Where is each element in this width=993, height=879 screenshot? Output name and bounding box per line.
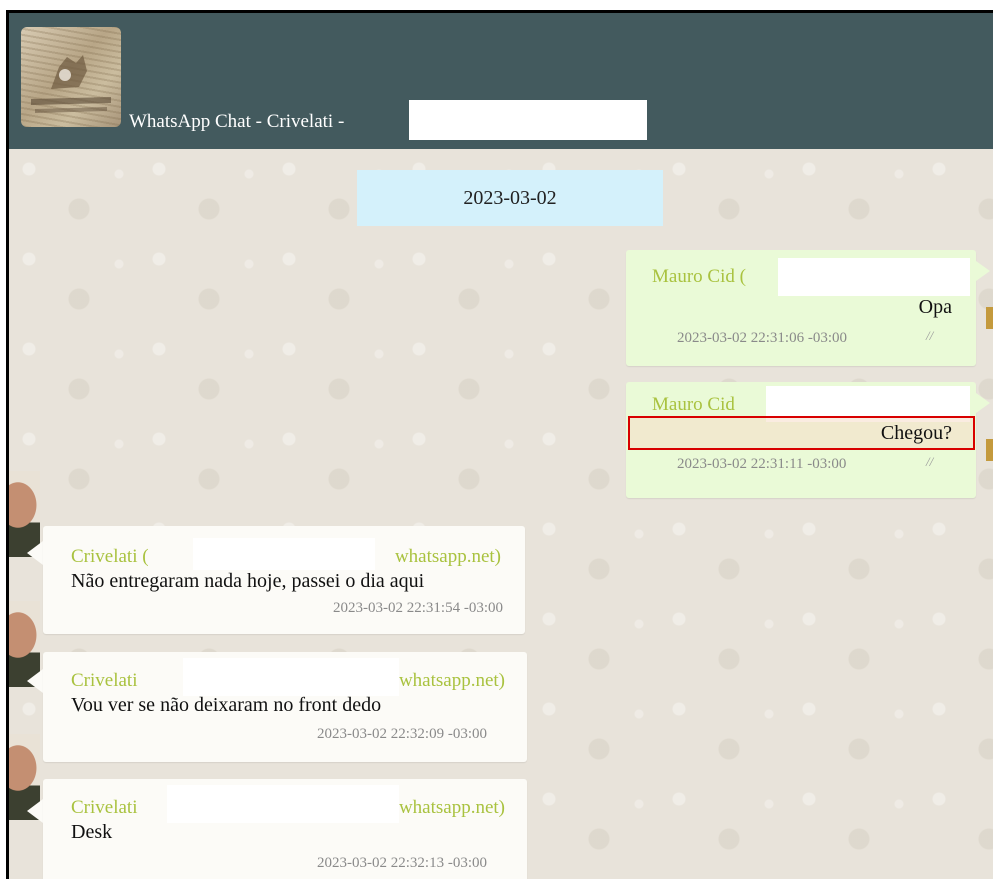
message-text: Não entregaram nada hoje, passei o dia a… <box>71 570 425 592</box>
bubble-tail <box>976 261 990 281</box>
message-timestamp: 2023-03-02 22:31:11 -03:00 <box>677 456 847 472</box>
message-text: Opa <box>918 296 952 318</box>
message-text: Chegou? <box>880 422 952 444</box>
message-sender-suffix: whatsapp.net) <box>394 546 501 567</box>
group-avatar <box>21 27 121 127</box>
message-incoming: Crivelati ( whatsapp.net) Não entregaram… <box>43 526 525 634</box>
chat-title: WhatsApp Chat - Crivelati - <box>129 111 345 132</box>
message-incoming: Crivelati whatsapp.net) Desk 2023-03-02 … <box>43 779 527 879</box>
chat-area: 2023-03-02 Mauro Cid ( Opa 2023-03-02 22… <box>9 149 993 879</box>
message-sender: Crivelati ( <box>71 546 149 567</box>
date-separator: 2023-03-02 <box>357 170 663 226</box>
edge-marker <box>986 439 993 461</box>
message-sender: Mauro Cid <box>652 394 735 415</box>
message-sender: Mauro Cid ( <box>652 266 746 287</box>
message-timestamp: 2023-03-02 22:32:13 -03:00 <box>317 855 487 871</box>
bubble-tail <box>27 669 43 693</box>
message-sender: Crivelati <box>71 797 138 818</box>
chat-export-window: WhatsApp Chat - Crivelati - 2023-03-02 M… <box>6 10 993 879</box>
bubble-tail <box>27 541 43 565</box>
double-check-icon: // <box>926 328 934 343</box>
redaction-box <box>183 658 399 696</box>
bubble-tail <box>27 799 43 823</box>
chat-header: WhatsApp Chat - Crivelati - <box>9 13 993 149</box>
message-text: Desk <box>71 821 113 843</box>
redaction-box <box>778 258 970 296</box>
message-text: Vou ver se não deixaram no front dedo <box>71 694 382 716</box>
message-sender-suffix: whatsapp.net) <box>398 670 505 691</box>
message-timestamp: 2023-03-02 22:32:09 -03:00 <box>317 726 487 742</box>
message-sender: Crivelati <box>71 670 138 691</box>
message-outgoing: Mauro Cid Chegou? 2023-03-02 22:31:11 -0… <box>626 382 976 498</box>
double-check-icon: // <box>926 454 934 469</box>
redaction-box <box>193 538 375 570</box>
bubble-tail <box>976 393 990 413</box>
message-sender-suffix: whatsapp.net) <box>398 797 505 818</box>
redaction-box <box>409 100 647 140</box>
message-timestamp: 2023-03-02 22:31:54 -03:00 <box>333 600 503 616</box>
message-incoming: Crivelati whatsapp.net) Vou ver se não d… <box>43 652 527 762</box>
message-timestamp: 2023-03-02 22:31:06 -03:00 <box>677 330 847 346</box>
message-outgoing: Mauro Cid ( Opa 2023-03-02 22:31:06 -03:… <box>626 250 976 366</box>
redaction-box <box>167 785 399 823</box>
edge-marker <box>986 307 993 329</box>
group-avatar-image <box>31 55 111 113</box>
